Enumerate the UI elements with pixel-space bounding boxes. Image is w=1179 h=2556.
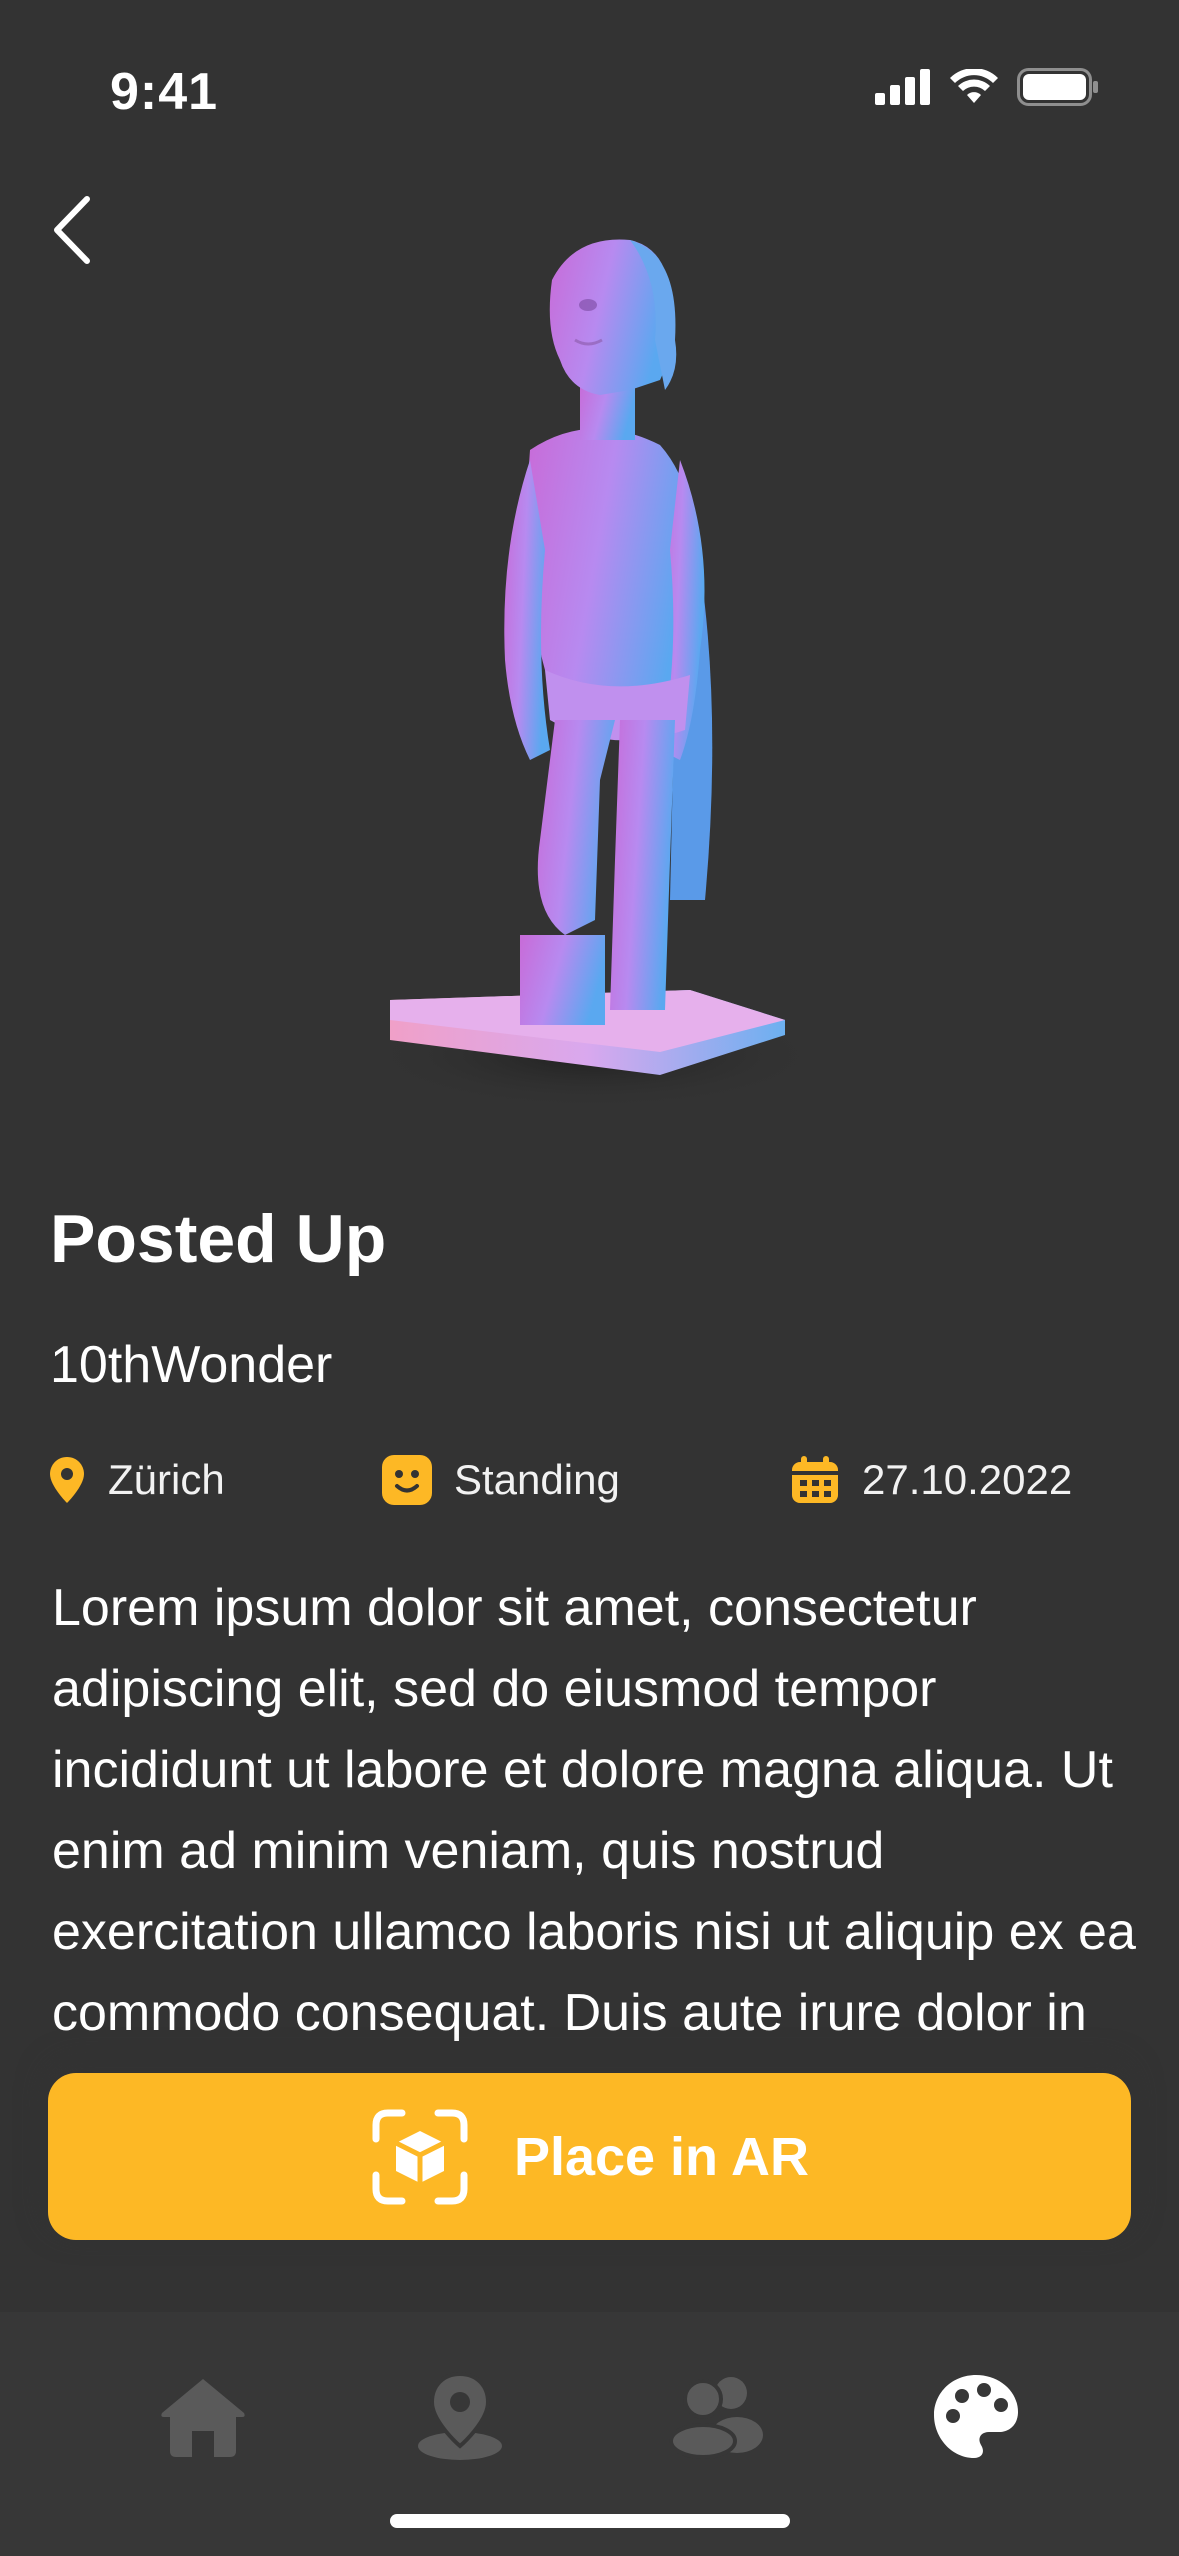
- nav-gallery[interactable]: [921, 2362, 1031, 2472]
- back-button[interactable]: [36, 185, 106, 275]
- artist-name[interactable]: 10thWonder: [50, 1335, 332, 1395]
- artwork-meta: Zürich Standing 27.10.2022: [0, 1455, 1179, 1515]
- wifi-icon: [950, 69, 998, 103]
- nav-community[interactable]: [662, 2362, 772, 2472]
- status-time: 9:41: [110, 63, 219, 121]
- status-bar: 9:41: [0, 0, 1179, 140]
- pose-meta: Standing: [382, 1455, 620, 1505]
- home-icon: [161, 2379, 245, 2457]
- sculpture-image: [365, 239, 825, 1110]
- nav-map[interactable]: [405, 2362, 515, 2472]
- date-meta: 27.10.2022: [790, 1455, 1072, 1505]
- pose-text: Standing: [454, 1456, 620, 1503]
- date-text: 27.10.2022: [862, 1456, 1073, 1503]
- artwork-title: Posted Up: [50, 1201, 387, 1277]
- battery-icon: [1017, 68, 1098, 106]
- place-in-ar-label: Place in AR: [513, 2126, 810, 2187]
- place-in-ar-button[interactable]: Place in AR: [48, 2073, 1131, 2240]
- map-pin-icon: [50, 1457, 84, 1503]
- status-icons: [875, 68, 1099, 106]
- home-indicator: [390, 2514, 790, 2528]
- chevron-left-icon: [54, 196, 90, 264]
- sculpture-preview[interactable]: [330, 220, 850, 1160]
- smiley-icon: [382, 1455, 432, 1505]
- calendar-icon: [792, 1456, 838, 1503]
- users-icon: [669, 2377, 763, 2459]
- location-text: Zürich: [108, 1456, 225, 1503]
- palette-icon: [934, 2375, 1018, 2458]
- ar-cube-icon: [372, 2109, 468, 2204]
- cellular-signal-icon: [875, 69, 930, 105]
- nav-home[interactable]: [148, 2362, 258, 2472]
- map-pin-icon: [418, 2372, 502, 2460]
- location-meta: Zürich: [48, 1455, 225, 1505]
